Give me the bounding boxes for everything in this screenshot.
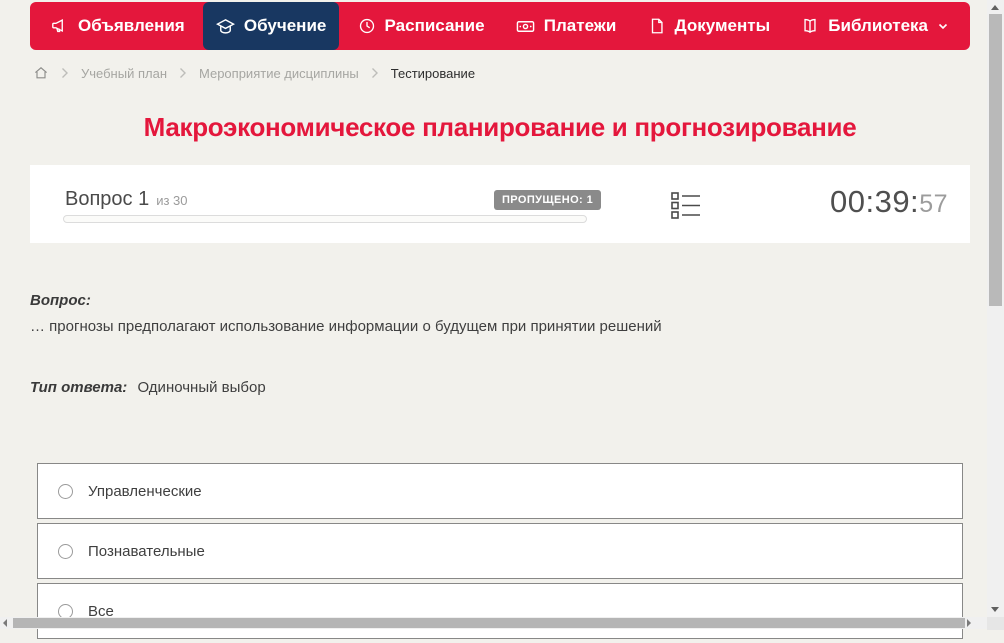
answer-options: Управленческие Познавательные Все	[37, 463, 963, 643]
breadcrumb-separator-icon	[371, 67, 379, 79]
nav-item-label: Объявления	[78, 16, 185, 35]
breadcrumb-discipline-event[interactable]: Мероприятие дисциплины	[199, 66, 359, 81]
answer-type-label: Тип ответа:	[30, 379, 128, 396]
nav-item-documents[interactable]: Документы	[635, 2, 784, 50]
nav-item-learning[interactable]: Обучение	[202, 2, 340, 50]
answer-type-value: Одиночный выбор	[137, 379, 266, 396]
answer-option[interactable]: Познавательные	[37, 523, 963, 579]
scrollbar-corner	[987, 617, 1004, 630]
breadcrumb-separator-icon	[179, 67, 187, 79]
breadcrumb: Учебный план Мероприятие дисциплины Тест…	[33, 63, 475, 83]
question-progress-bar	[63, 215, 587, 223]
question-list-icon[interactable]	[671, 192, 701, 224]
question-total-label: из 30	[156, 193, 188, 208]
nav-item-label: Библиотека	[828, 16, 928, 35]
question-label: Вопрос:	[30, 292, 91, 309]
nav-item-announcements[interactable]: Объявления	[38, 2, 198, 50]
skipped-badge: ПРОПУЩЕНО: 1	[494, 190, 602, 210]
test-timer: 00:39: 57	[830, 184, 948, 220]
question-header-card: Вопрос 1 из 30 ПРОПУЩЕНО: 1 00:39: 57	[30, 165, 970, 243]
megaphone-icon	[51, 17, 69, 35]
page-title: Макроэкономическое планирование и прогно…	[143, 112, 857, 142]
timer-seconds: 57	[919, 190, 948, 218]
nav-item-label: Документы	[674, 16, 771, 35]
breadcrumb-separator-icon	[61, 67, 69, 79]
answer-option[interactable]: Управленческие	[37, 463, 963, 519]
answer-option-label: Познавательные	[88, 542, 205, 560]
chevron-down-icon	[937, 20, 949, 32]
horizontal-scrollbar-thumb[interactable]	[13, 618, 965, 628]
timer-hours-minutes: 00:39:	[829, 184, 920, 219]
top-navigation: Объявления Обучение Расписание Платежи Д…	[30, 2, 970, 50]
answer-option-label: Управленческие	[88, 482, 202, 500]
scroll-up-arrow-icon[interactable]	[991, 5, 999, 10]
vertical-scrollbar-thumb[interactable]	[989, 14, 1002, 306]
question-number: Вопрос 1 из 30	[65, 188, 188, 211]
nav-item-label: Расписание	[384, 16, 485, 35]
home-icon[interactable]	[33, 65, 49, 81]
nav-item-payments[interactable]: Платежи	[503, 2, 630, 50]
answer-option[interactable]: Все	[37, 583, 963, 639]
graduation-cap-icon	[215, 17, 235, 36]
nav-item-label: Обучение	[243, 16, 327, 35]
nav-item-schedule[interactable]: Расписание	[345, 2, 498, 50]
nav-item-label: Платежи	[543, 16, 617, 35]
radio-button-icon[interactable]	[58, 543, 73, 559]
scroll-left-arrow-icon[interactable]	[3, 619, 7, 627]
clock-icon	[358, 17, 376, 35]
book-icon	[801, 17, 819, 35]
cash-icon	[516, 17, 535, 36]
document-icon	[648, 17, 666, 35]
scroll-down-arrow-icon[interactable]	[991, 607, 999, 612]
horizontal-scrollbar[interactable]	[0, 617, 987, 629]
question-text: … прогнозы предполагают использование ин…	[30, 318, 662, 335]
nav-item-library[interactable]: Библиотека	[788, 2, 962, 50]
question-number-label: Вопрос 1	[65, 188, 150, 210]
radio-button-icon[interactable]	[58, 483, 73, 499]
breadcrumb-testing: Тестирование	[390, 65, 476, 81]
vertical-scrollbar[interactable]	[987, 0, 1004, 617]
breadcrumb-curriculum[interactable]: Учебный план	[81, 66, 167, 81]
answer-type-row: Тип ответа: Одиночный выбор	[30, 379, 266, 396]
scroll-right-arrow-icon[interactable]	[967, 619, 971, 627]
